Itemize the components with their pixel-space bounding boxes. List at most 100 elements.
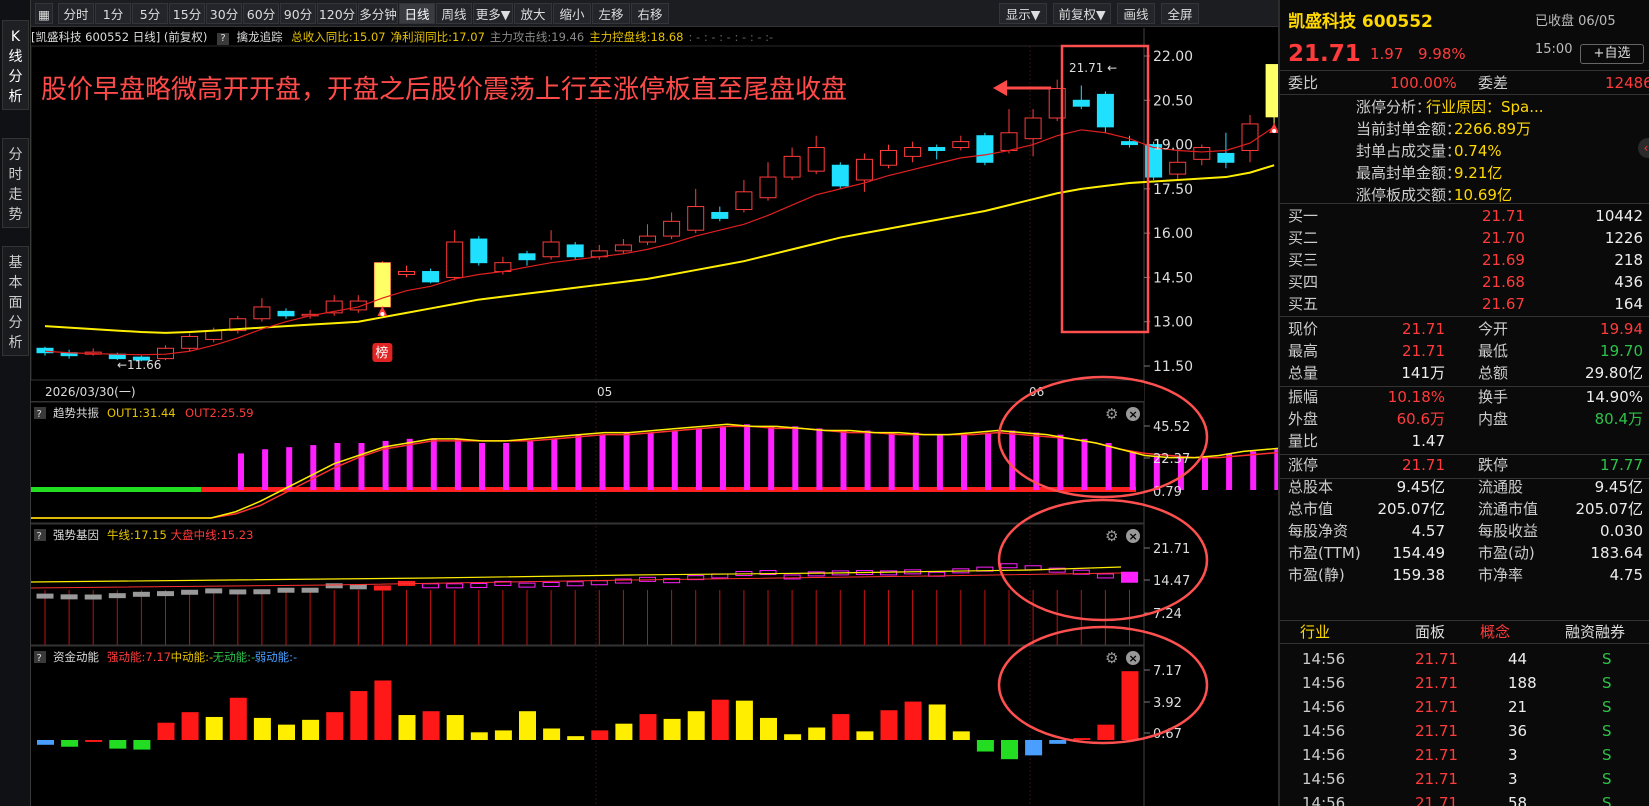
tick-time: 14:56 — [1302, 698, 1346, 716]
candle-body — [1121, 141, 1138, 146]
candle-body — [542, 241, 560, 258]
bid-price: 21.68 — [1482, 273, 1525, 291]
stat-value: 60.6万 — [1396, 410, 1445, 428]
trend-baseline-green — [31, 487, 201, 492]
info-tab[interactable]: 融资融券 — [1565, 621, 1625, 643]
candle-body — [398, 271, 415, 275]
tab-intraday-trend[interactable]: 分时走势 — [2, 138, 29, 228]
trend-bar — [623, 432, 630, 490]
tab-kline-analysis[interactable]: K线分析 — [2, 20, 29, 110]
trend-bar — [310, 445, 317, 490]
candle-body — [566, 244, 584, 258]
fund-momentum-bar — [1049, 740, 1067, 744]
help-icon[interactable]: ? — [37, 409, 42, 420]
stat-row: 总股本 9.45亿 流通股 9.45亿 — [1280, 476, 1649, 498]
strength-marker — [60, 594, 78, 600]
gear-icon[interactable]: ⚙ — [1105, 649, 1118, 667]
fund-momentum-bar — [37, 740, 54, 745]
y-tick-label: 3.92 — [1153, 696, 1182, 711]
bid-label: 买三 — [1288, 251, 1319, 269]
stat-value: 17.77 — [1600, 456, 1643, 474]
stat-value: 19.94 — [1600, 320, 1643, 338]
candle-body — [711, 211, 729, 219]
candle-body — [735, 191, 753, 211]
candle-body — [1024, 117, 1042, 140]
info-tabs: 行业 面板 概念 融资融券 — [1280, 620, 1649, 644]
fund-momentum-bar — [784, 734, 802, 740]
fund-momentum-bar — [808, 727, 826, 740]
candle-body — [663, 220, 681, 237]
strength-marker — [181, 589, 199, 595]
gear-icon[interactable]: ⚙ — [1105, 405, 1118, 423]
tick-price: 21.71 — [1415, 770, 1458, 788]
strength-marker — [277, 587, 295, 593]
trend-bar — [816, 428, 823, 490]
stat-value: 205.07亿 — [1377, 500, 1446, 518]
fund-momentum-bar — [639, 714, 657, 740]
panel-value: 强动能:7.17 — [107, 650, 171, 664]
y-tick-label: 20.50 — [1153, 93, 1193, 109]
fund-momentum-bar — [1073, 738, 1091, 740]
bid-label: 买五 — [1288, 295, 1319, 313]
stat-label: 市盈(动) — [1478, 544, 1535, 562]
limit-value: 0.74% — [1454, 142, 1502, 160]
strength-marker — [1000, 563, 1018, 569]
help-icon[interactable]: ? — [37, 531, 42, 542]
add-watchlist-button[interactable]: +自选 — [1580, 44, 1644, 64]
strength-marker — [132, 591, 150, 597]
fund-momentum-bar — [133, 740, 151, 750]
stat-row: 现价 21.71 今开 19.94 — [1280, 318, 1649, 340]
y-tick-label: 45.52 — [1153, 420, 1190, 435]
info-tab[interactable]: 概念 — [1480, 621, 1510, 643]
fund-momentum-bar — [109, 740, 127, 749]
strength-marker — [470, 582, 488, 588]
tick-volume: 44 — [1508, 650, 1528, 668]
limit-label: 涨停分析： — [1356, 98, 1432, 116]
bid-row: 买三 21.69 218 — [1280, 249, 1649, 271]
candle-body — [1096, 93, 1114, 128]
fund-momentum-bar — [663, 718, 681, 740]
strength-marker — [566, 581, 584, 587]
fund-momentum-bar — [61, 740, 79, 747]
stat-label: 量比 — [1288, 432, 1319, 450]
fund-momentum-bar — [422, 711, 440, 740]
rocket-icon — [1269, 123, 1278, 133]
candle-body — [976, 135, 994, 163]
stat-row: 总量 141万 总额 29.80亿 — [1280, 362, 1649, 384]
y-tick-label: 14.50 — [1153, 270, 1193, 286]
annotation-text: 股价早盘略微高开开盘，开盘之后股价震荡上行至涨停板直至尾盘收盘 — [41, 75, 847, 105]
candle-body — [422, 271, 440, 283]
trend-baseline-red — [201, 487, 1136, 492]
y-tick-label: 7.24 — [1153, 607, 1182, 622]
fund-momentum-bar — [1001, 740, 1018, 760]
bid-label: 买四 — [1288, 273, 1319, 291]
weibi-label: 委比 — [1288, 74, 1319, 92]
trend-bar — [792, 426, 799, 490]
candle-body — [181, 335, 199, 349]
stat-value: 154.49 — [1392, 544, 1446, 562]
gear-icon[interactable]: ⚙ — [1105, 527, 1118, 545]
fund-momentum-bar — [253, 717, 271, 740]
weicha-value: 12486 — [1605, 74, 1649, 92]
y-tick-label: 13.00 — [1153, 315, 1193, 331]
trend-bar — [430, 438, 437, 490]
info-tab[interactable]: 行业 — [1300, 621, 1330, 643]
stat-label: 振幅 — [1288, 388, 1319, 406]
candle-body — [253, 306, 271, 320]
tick-volume: 58 — [1508, 794, 1528, 806]
tab-fundamental-analysis[interactable]: 基本面分析 — [2, 246, 29, 356]
strength-marker — [1096, 573, 1114, 579]
tick-row: 14:56 21.71 36 S — [1280, 719, 1649, 743]
help-icon[interactable]: ? — [37, 653, 42, 664]
stat-value: 183.64 — [1590, 544, 1644, 562]
trend-bar — [358, 443, 365, 490]
fund-momentum-bar — [976, 740, 994, 752]
candle-body — [831, 164, 849, 187]
info-tab[interactable]: 面板 — [1415, 621, 1445, 643]
low-price-label: ←11.66 — [117, 358, 161, 372]
fund-momentum-bar — [278, 724, 295, 740]
candle-body — [470, 238, 488, 264]
fund-momentum-bar — [904, 701, 922, 740]
ranking-badge[interactable]: 榜 — [372, 343, 393, 362]
stat-label: 市盈(TTM) — [1288, 544, 1361, 562]
